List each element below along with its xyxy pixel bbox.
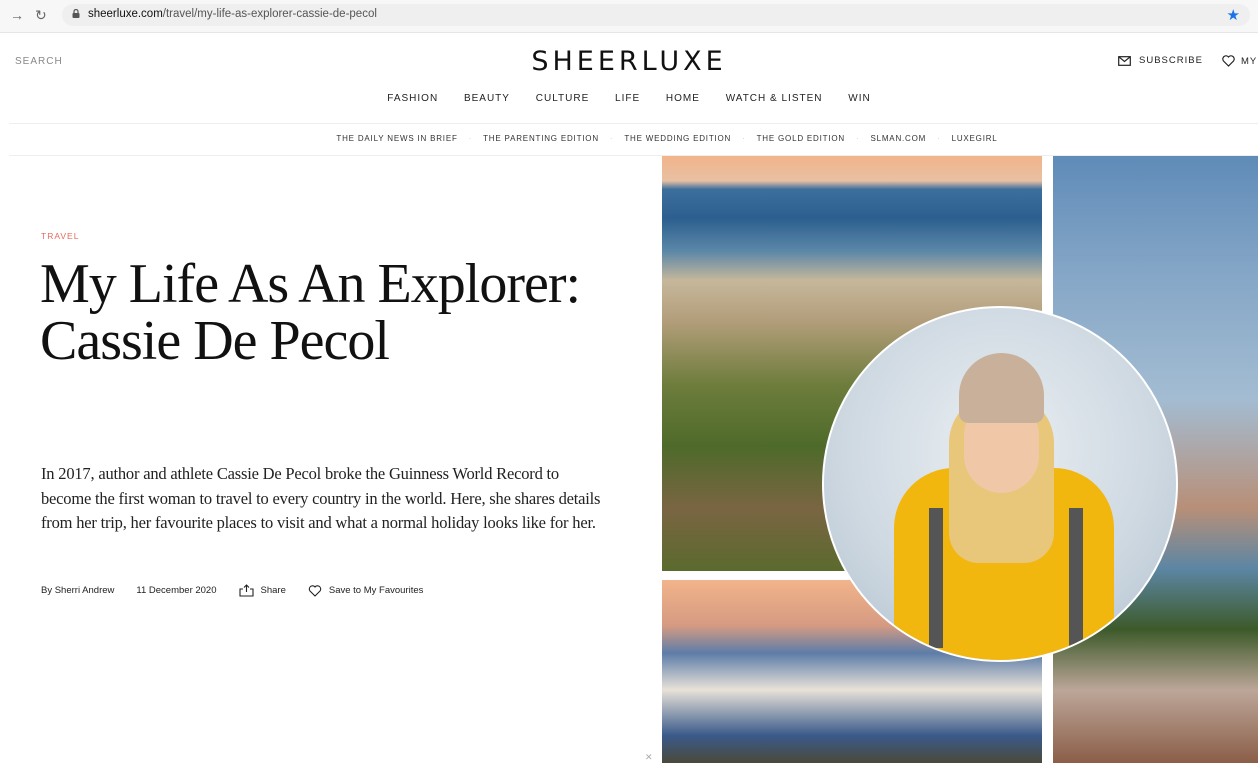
main-nav: FASHION BEAUTY CULTURE LIFE HOME WATCH &…: [0, 93, 1258, 104]
subnav-item-luxegirl[interactable]: LUXEGIRL: [952, 134, 998, 143]
share-icon: [238, 584, 254, 597]
reload-icon[interactable]: ↻: [35, 7, 47, 24]
nav-item-home[interactable]: HOME: [666, 93, 700, 104]
save-label: Save to My Favourites: [328, 585, 424, 596]
backpack-strap: [1069, 508, 1083, 648]
subnav-item-gold[interactable]: THE GOLD EDITION: [757, 134, 845, 143]
share-button[interactable]: Share: [238, 584, 286, 597]
browser-toolbar: → ↻ sheerluxe.com/travel/my-life-as-expl…: [0, 0, 1258, 33]
subscribe-link[interactable]: SUBSCRIBE: [1118, 55, 1203, 66]
explorer-portrait: [822, 306, 1178, 662]
subnav-item-slman[interactable]: SLMAN.COM: [870, 134, 926, 143]
url-text: sheerluxe.com/travel/my-life-as-explorer…: [88, 8, 377, 20]
my-favourites-link[interactable]: MY: [1222, 55, 1257, 67]
article-category[interactable]: TRAVEL: [41, 231, 79, 241]
beanie: [959, 353, 1044, 423]
backpack-strap: [929, 508, 943, 648]
arrow-right-icon[interactable]: →: [10, 7, 24, 23]
subnav-item-wedding[interactable]: THE WEDDING EDITION: [624, 134, 731, 143]
url-path: /travel/my-life-as-explorer-cassie-de-pe…: [162, 8, 377, 20]
subnav-separator: ·: [937, 134, 941, 143]
lock-icon: [72, 9, 80, 18]
subnav-item-parenting[interactable]: THE PARENTING EDITION: [483, 134, 599, 143]
subnav-separator: ·: [468, 134, 473, 143]
nav-item-culture[interactable]: CULTURE: [536, 93, 589, 104]
subnav-separator: ·: [855, 134, 860, 143]
sub-nav: THE DAILY NEWS IN BRIEF · THE PARENTING ED…: [0, 134, 1258, 143]
site-logo[interactable]: SHEERLUXE: [0, 46, 1258, 77]
url-domain: sheerluxe.com: [88, 8, 163, 20]
my-label: MY: [1241, 55, 1258, 67]
subnav-item-daily-news[interactable]: THE DAILY NEWS IN BRIEF: [336, 134, 457, 143]
address-bar[interactable]: sheerluxe.com/travel/my-life-as-explorer…: [62, 4, 1250, 26]
envelope-icon: [1118, 55, 1131, 66]
heart-icon: [308, 584, 322, 597]
subscribe-label: SUBSCRIBE: [1139, 55, 1203, 66]
share-label: Share: [260, 585, 286, 596]
nav-item-fashion[interactable]: FASHION: [387, 93, 438, 104]
star-icon[interactable]: ★: [1227, 6, 1240, 24]
article-author[interactable]: By Sherri Andrew: [41, 585, 114, 596]
header-divider: [9, 123, 1258, 124]
nav-item-life[interactable]: LIFE: [615, 93, 640, 104]
heart-icon: [1222, 55, 1235, 67]
save-favourite-button[interactable]: Save to My Favourites: [308, 584, 424, 597]
nav-item-win[interactable]: WIN: [848, 93, 870, 104]
subnav-separator: ·: [742, 134, 746, 143]
nav-item-watch-listen[interactable]: WATCH & LISTEN: [726, 93, 823, 104]
article-meta: By Sherri Andrew 11 December 2020 Share …: [41, 584, 423, 597]
article-date: 11 December 2020: [136, 585, 217, 596]
article-lede: In 2017, author and athlete Cassie De Pe…: [41, 464, 601, 532]
close-icon[interactable]: ✕: [645, 752, 653, 763]
nav-item-beauty[interactable]: BEAUTY: [464, 93, 510, 104]
article-title: My Life As An Explorer: Cassie De Pecol: [40, 253, 581, 372]
subnav-separator: ·: [609, 134, 614, 143]
